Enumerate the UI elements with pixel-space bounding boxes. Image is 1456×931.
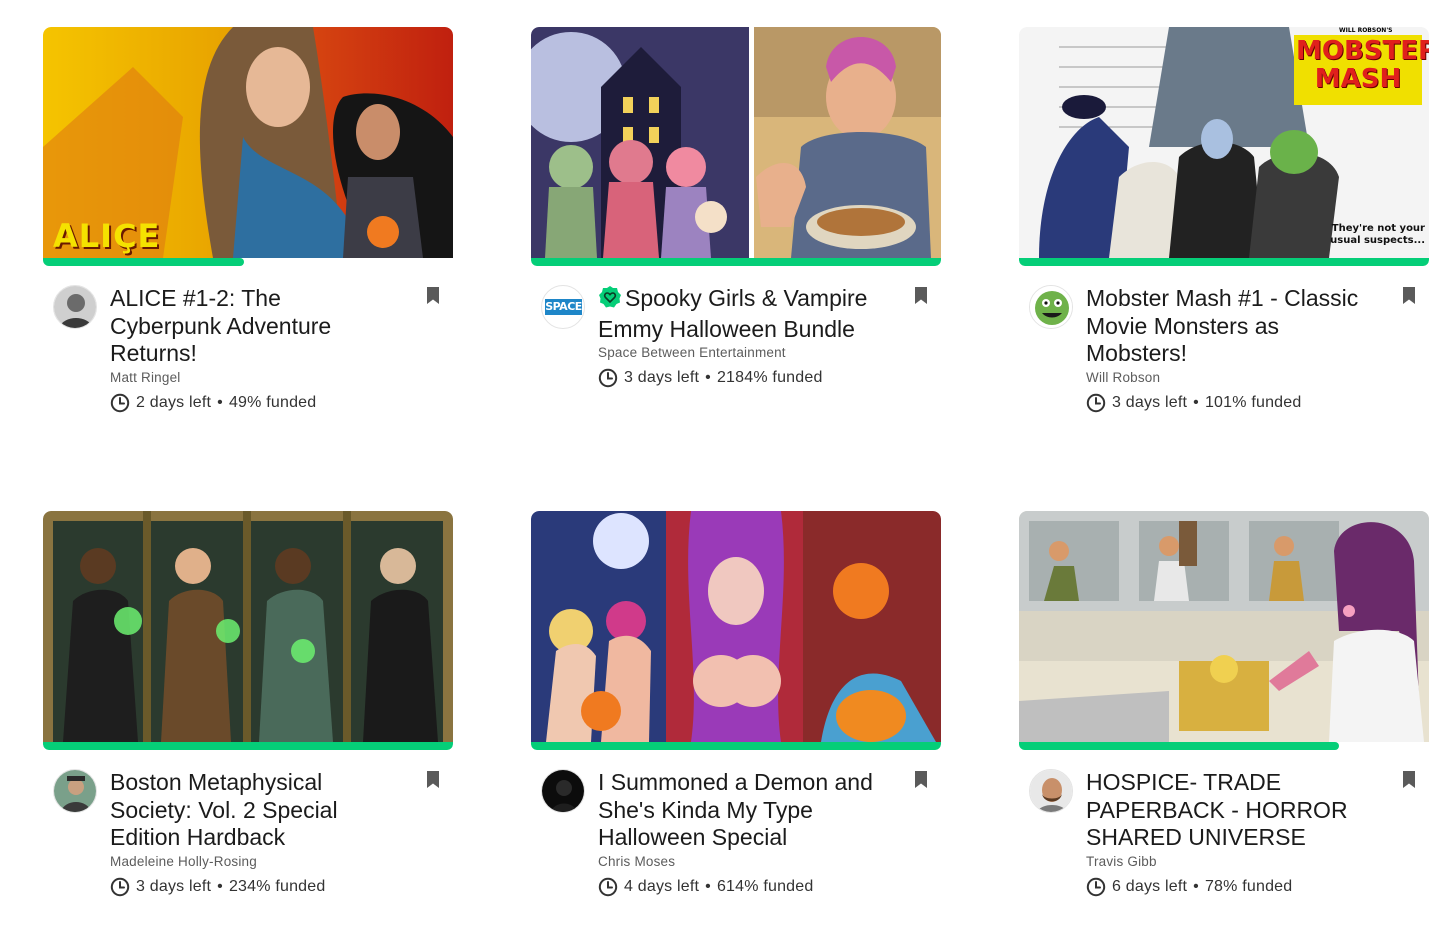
project-cover[interactable] [43, 511, 453, 750]
project-card[interactable]: HOSPICE- TRADE PAPERBACK - HORROR SHARED… [1019, 511, 1429, 911]
funding-progress [43, 742, 453, 750]
creator-name[interactable]: Will Robson [1086, 370, 1366, 385]
creator-name[interactable]: Chris Moses [598, 854, 878, 869]
funding-progress-fill [1019, 258, 1429, 266]
project-cover[interactable]: ALIÇE [43, 27, 453, 266]
cover-image [531, 27, 941, 258]
bookmark-icon[interactable] [913, 770, 929, 790]
percent-funded: 2184% funded [716, 369, 823, 387]
funding-progress-fill [531, 258, 941, 266]
cover-image [43, 511, 453, 742]
days-left: 3 days left [136, 877, 212, 895]
cover-image [1019, 511, 1429, 742]
project-cover[interactable]: WILL ROBSON'S MOBSTER MASH They're not y… [1019, 27, 1429, 266]
project-title[interactable]: I Summoned a Demon and She's Kinda My Ty… [598, 769, 878, 852]
creator-name[interactable]: Travis Gibb [1086, 854, 1366, 869]
project-status: 4 days left • 614% funded [598, 877, 878, 897]
project-title[interactable]: ALICE #1-2: The Cyberpunk Adventure Retu… [110, 285, 390, 368]
percent-funded: 78% funded [1204, 877, 1293, 895]
cover-image: ALIÇE [43, 27, 453, 258]
funding-progress [1019, 258, 1429, 266]
separator: • [705, 877, 711, 895]
project-card[interactable]: I Summoned a Demon and She's Kinda My Ty… [531, 511, 941, 911]
cover-image: WILL ROBSON'S MOBSTER MASH They're not y… [1019, 27, 1429, 258]
cover-title: ALIÇE [53, 217, 161, 255]
days-left: 2 days left [136, 393, 212, 411]
project-card[interactable]: WILL ROBSON'S MOBSTER MASH They're not y… [1019, 27, 1429, 427]
project-card[interactable]: Boston Metaphysical Society: Vol. 2 Spec… [43, 511, 453, 911]
clock-icon [598, 368, 618, 388]
clock-icon [598, 877, 618, 897]
separator: • [1193, 877, 1199, 895]
cover-tagline: They're not your usual suspects... [1330, 223, 1425, 246]
verified-heart-icon [598, 285, 622, 316]
project-title-text[interactable]: Spooky Girls & Vampire Emmy Halloween Bu… [598, 285, 867, 342]
funding-progress-fill [531, 742, 941, 750]
days-left: 6 days left [1112, 877, 1188, 895]
bookmark-icon[interactable] [1401, 770, 1417, 790]
project-card[interactable]: SPACE Spooky Girls & Vampire Emmy Hallow… [531, 27, 941, 427]
cover-title: MOBSTER MASH [1296, 36, 1429, 94]
creator-avatar[interactable] [53, 769, 97, 813]
bookmark-icon[interactable] [425, 770, 441, 790]
cover-image [531, 511, 941, 742]
creator-name[interactable]: Matt Ringel [110, 370, 390, 385]
creator-avatar[interactable] [541, 769, 585, 813]
creator-avatar[interactable] [1029, 285, 1073, 329]
creator-avatar[interactable]: SPACE [541, 285, 585, 329]
percent-funded: 234% funded [228, 877, 326, 895]
creator-name[interactable]: Space Between Entertainment [598, 345, 878, 360]
project-title[interactable]: Mobster Mash #1 - Classic Movie Monsters… [1086, 285, 1366, 368]
separator: • [217, 393, 223, 411]
funding-progress-fill [1019, 742, 1339, 750]
funding-progress-fill [43, 258, 244, 266]
clock-icon [110, 393, 130, 413]
separator: • [705, 369, 711, 387]
funding-progress [531, 742, 941, 750]
percent-funded: 614% funded [716, 877, 814, 895]
funding-progress [43, 258, 453, 266]
project-cover[interactable] [1019, 511, 1429, 750]
creator-avatar-logo: SPACE [545, 299, 582, 315]
creator-avatar[interactable] [1029, 769, 1073, 813]
project-status: 3 days left • 234% funded [110, 877, 390, 897]
creator-avatar[interactable] [53, 285, 97, 329]
creator-name[interactable]: Madeleine Holly-Rosing [110, 854, 390, 869]
project-status: 3 days left • 2184% funded [598, 368, 878, 388]
project-title[interactable]: Boston Metaphysical Society: Vol. 2 Spec… [110, 769, 390, 852]
days-left: 3 days left [1112, 393, 1188, 411]
funding-progress-fill [43, 742, 453, 750]
cover-subtitle: WILL ROBSON'S [1339, 27, 1393, 34]
days-left: 4 days left [624, 877, 700, 895]
separator: • [217, 877, 223, 895]
clock-icon [1086, 877, 1106, 897]
project-status: 3 days left • 101% funded [1086, 393, 1366, 413]
project-cover[interactable] [531, 27, 941, 266]
project-title[interactable]: Spooky Girls & Vampire Emmy Halloween Bu… [598, 285, 878, 343]
bookmark-icon[interactable] [425, 286, 441, 306]
bookmark-icon[interactable] [913, 286, 929, 306]
days-left: 3 days left [624, 369, 700, 387]
funding-progress [531, 258, 941, 266]
project-status: 6 days left • 78% funded [1086, 877, 1366, 897]
project-card[interactable]: ALIÇE ALICE #1-2: The Cyberpunk Adventur… [43, 27, 453, 427]
percent-funded: 49% funded [228, 393, 317, 411]
separator: • [1193, 393, 1199, 411]
bookmark-icon[interactable] [1401, 286, 1417, 306]
clock-icon [110, 877, 130, 897]
funding-progress [1019, 742, 1429, 750]
project-title[interactable]: HOSPICE- TRADE PAPERBACK - HORROR SHARED… [1086, 769, 1366, 852]
project-status: 2 days left • 49% funded [110, 393, 390, 413]
percent-funded: 101% funded [1204, 393, 1302, 411]
clock-icon [1086, 393, 1106, 413]
project-cover[interactable] [531, 511, 941, 750]
